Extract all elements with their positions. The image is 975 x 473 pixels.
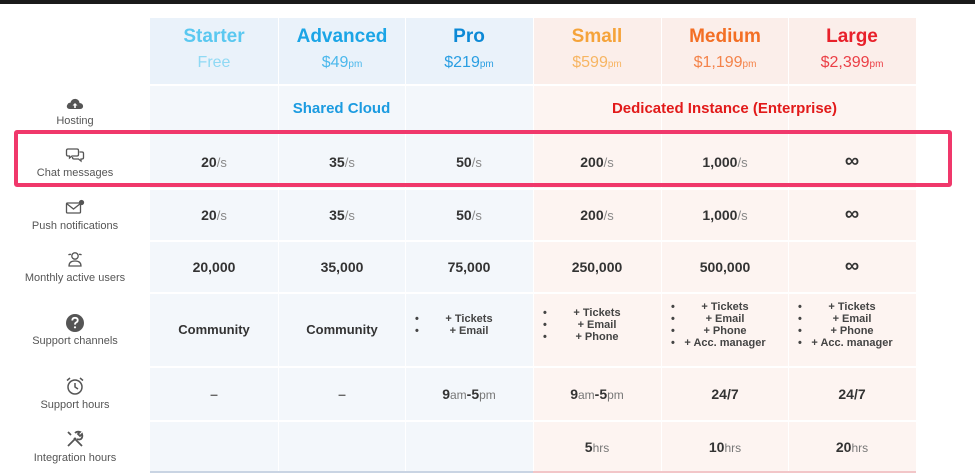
chat-row-highlight: [14, 130, 952, 187]
cloud-upload-icon: [65, 94, 85, 114]
shared-cloud-columns-bg: [150, 18, 533, 473]
plan-name: Medium: [689, 26, 761, 47]
cell-integration-medium: 10hrs: [708, 439, 742, 455]
alarm-clock-icon: [65, 376, 85, 396]
question-circle-icon: [65, 313, 85, 333]
column-divider: [278, 18, 279, 473]
row-label-integration: Integration hours: [33, 452, 117, 464]
cell-push-advanced: 35/s: [329, 207, 355, 223]
plan-name: Small: [571, 26, 623, 47]
plan-price: $219pm: [444, 54, 494, 71]
dedicated-columns-bg: [533, 18, 916, 473]
cell-integration-large: 20hrs: [835, 439, 869, 455]
plan-price: $49pm: [321, 54, 363, 71]
column-divider: [405, 18, 406, 473]
row-divider: [150, 240, 916, 242]
envelope-icon: [65, 198, 85, 218]
users-icon: [65, 250, 85, 270]
cell-push-large: ∞: [844, 203, 860, 225]
cell-support-small: • + Tickets • + Email • + Phone: [543, 307, 621, 343]
cell-hours-starter: –: [210, 386, 218, 402]
cell-hours-medium: 24/7: [711, 386, 739, 402]
dedicated-instance-label: Dedicated Instance (Enterprise): [611, 100, 838, 117]
plan-name: Large: [826, 26, 878, 47]
cell-mau-pro: 75,000: [447, 259, 491, 275]
row-divider: [150, 366, 916, 368]
plan-price: $2,399pm: [820, 54, 884, 71]
cell-support-starter: Community: [178, 322, 250, 337]
row-divider: [150, 292, 916, 294]
column-divider: [533, 18, 534, 473]
cell-hours-large: 24/7: [838, 386, 866, 402]
cell-push-small: 200/s: [580, 207, 614, 223]
cell-hours-advanced: –: [338, 386, 346, 402]
cell-push-starter: 20/s: [201, 207, 227, 223]
cell-mau-advanced: 35,000: [320, 259, 364, 275]
plan-price: $599pm: [572, 54, 622, 71]
plan-name: Starter: [183, 26, 245, 47]
row-label-mau: Monthly active users: [24, 272, 126, 284]
cell-push-medium: 1,000/s: [702, 207, 748, 223]
cell-mau-medium: 500,000: [699, 259, 751, 275]
cell-mau-small: 250,000: [571, 259, 623, 275]
cell-push-pro: 50/s: [456, 207, 482, 223]
row-label-hours: Support hours: [40, 399, 110, 411]
cell-support-medium: • + Tickets • + Email • + Phone • + Acc. man…: [671, 301, 766, 349]
column-divider: [661, 18, 662, 473]
row-label-hosting: Hosting: [56, 115, 94, 127]
tools-icon: [65, 429, 85, 449]
cell-support-advanced: Community: [306, 322, 378, 337]
plan-name: Pro: [453, 26, 485, 47]
plan-price: Free: [197, 54, 231, 71]
column-divider: [788, 18, 789, 473]
plan-price: $1,199pm: [693, 54, 757, 71]
plan-name: Advanced: [296, 26, 388, 47]
cell-support-large: • + Tickets • + Email • + Phone • + Acc. man…: [798, 301, 893, 349]
row-divider: [150, 420, 916, 422]
cell-integration-small: 5hrs: [584, 439, 610, 455]
cell-mau-starter: 20,000: [192, 259, 236, 275]
row-divider: [150, 84, 916, 86]
cell-hours-small: 9am-5pm: [570, 386, 624, 402]
top-bar: [0, 0, 975, 4]
cell-support-pro: • + Tickets • + Email: [415, 313, 493, 337]
shared-cloud-label: Shared Cloud: [292, 100, 391, 117]
row-label-push: Push notifications: [31, 220, 119, 232]
row-divider: [150, 188, 916, 190]
row-label-support: Support channels: [32, 335, 118, 347]
cell-hours-pro: 9am-5pm: [442, 386, 496, 402]
cell-mau-large: ∞: [844, 255, 860, 277]
